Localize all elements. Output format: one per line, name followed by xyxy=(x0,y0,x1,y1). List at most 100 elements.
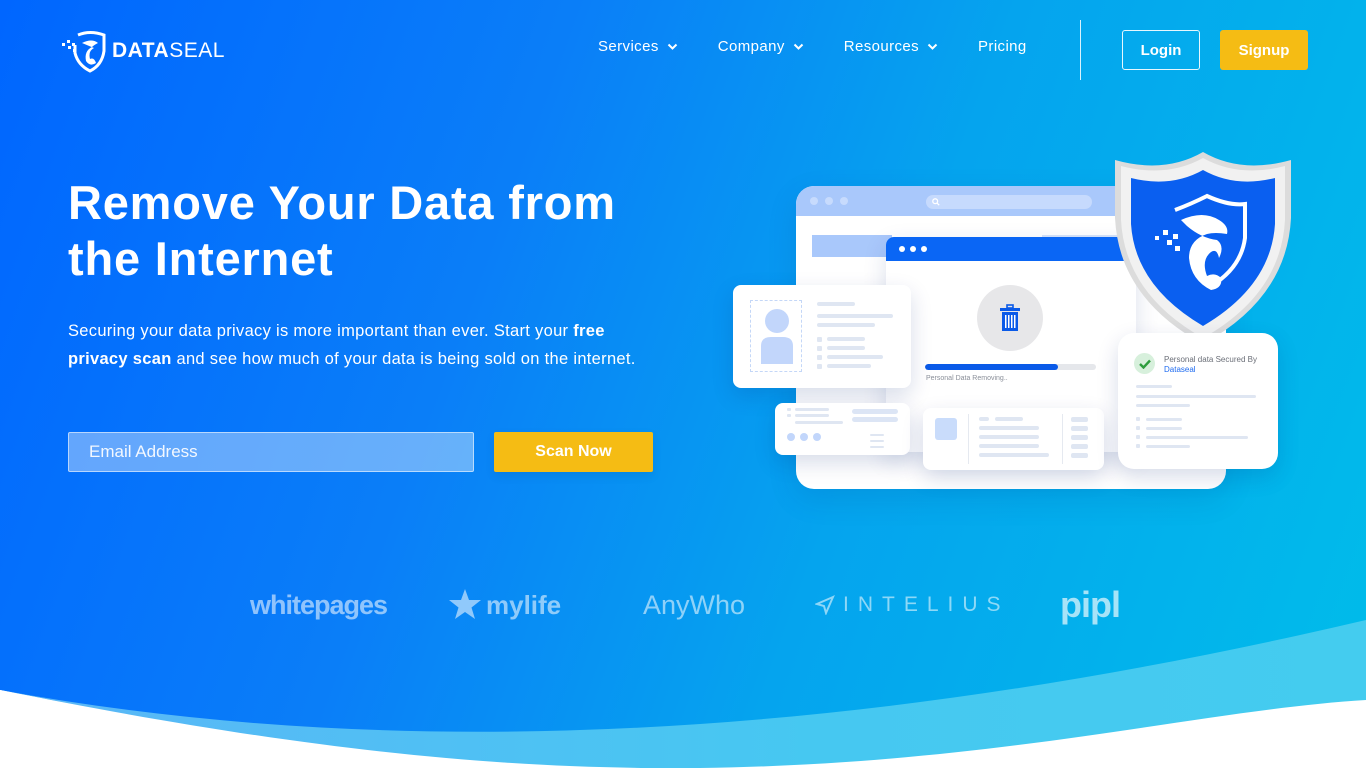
person-icon xyxy=(761,309,793,364)
text-line xyxy=(852,417,898,422)
hero-bottom-wave xyxy=(0,620,1366,768)
bullet xyxy=(1136,435,1140,439)
window-dot xyxy=(910,246,916,252)
text-line xyxy=(795,408,829,411)
removal-window-toolbar xyxy=(886,237,1136,261)
chevron-down-icon xyxy=(927,43,938,50)
partner-logo-intelius: INTELIUS xyxy=(815,585,1010,625)
nav-resources-label: Resources xyxy=(843,38,920,55)
nav-services-label: Services xyxy=(598,38,659,55)
removal-progress-fill xyxy=(925,364,1059,370)
text-line xyxy=(1071,453,1088,458)
nav-resources[interactable]: Resources xyxy=(844,38,938,55)
window-dot xyxy=(899,246,905,252)
text-line xyxy=(979,426,1039,430)
text-line xyxy=(979,435,1039,439)
secured-message: Personal data Secured By Dataseal xyxy=(1164,355,1257,375)
bullet xyxy=(787,414,791,417)
text-line xyxy=(1071,426,1088,431)
text-line xyxy=(1146,436,1248,439)
secured-status-card: Personal data Secured By Dataseal xyxy=(1118,333,1278,469)
text-line xyxy=(1071,444,1088,449)
text-line xyxy=(870,440,884,442)
text-line xyxy=(827,364,871,368)
dataseal-shield-icon xyxy=(1115,152,1291,344)
search-icon xyxy=(932,198,940,206)
headline-line-2: the Internet xyxy=(68,232,334,285)
nav-divider xyxy=(1080,20,1081,80)
secured-line: Personal data Secured By xyxy=(1164,355,1257,364)
dot-indicator xyxy=(787,433,795,441)
bullet xyxy=(817,364,822,369)
avatar-frame xyxy=(750,300,802,372)
signup-button[interactable]: Signup xyxy=(1220,30,1308,70)
description-text-end: and see how much of your data is being s… xyxy=(171,350,636,368)
bullet xyxy=(1136,426,1140,430)
info-card xyxy=(775,403,910,455)
text-line xyxy=(827,346,865,350)
progress-label: Personal Data Removing.. xyxy=(926,375,1008,382)
page-title: Remove Your Data from the Internet xyxy=(68,175,668,287)
window-dot xyxy=(810,197,818,205)
text-line xyxy=(979,417,989,421)
nav-company[interactable]: Company xyxy=(718,38,804,55)
text-line xyxy=(852,409,898,414)
brand-logo[interactable]: DATASEAL xyxy=(60,29,225,73)
trash-icon xyxy=(1000,304,1020,331)
text-line xyxy=(827,355,883,359)
partner-name: INTELIUS xyxy=(843,593,1010,616)
text-line xyxy=(1146,418,1182,421)
text-line xyxy=(870,446,884,448)
hero-illustration: Personal Data Removing.. Personal data S… xyxy=(730,145,1300,495)
text-line xyxy=(1146,427,1182,430)
placeholder-block xyxy=(812,235,892,257)
removal-progress-bar xyxy=(925,364,1096,370)
main-nav: Services Company Resources Pricing xyxy=(598,38,1027,55)
text-line xyxy=(1136,395,1256,398)
bullet xyxy=(787,408,791,411)
data-list-card xyxy=(923,408,1104,470)
text-line xyxy=(795,421,843,424)
divider xyxy=(1062,414,1063,464)
bullet xyxy=(817,337,822,342)
bullet xyxy=(817,355,822,360)
hero-section: DATASEAL Services Company Resources Pric… xyxy=(0,0,1366,768)
bullet xyxy=(817,346,822,351)
dot-indicator xyxy=(813,433,821,441)
window-dot xyxy=(825,197,833,205)
check-icon xyxy=(1138,359,1151,369)
text-line xyxy=(1071,417,1088,422)
text-line xyxy=(1071,435,1088,440)
headline-line-1: Remove Your Data from xyxy=(68,176,616,229)
partner-logo-whitepages: whitepages xyxy=(250,589,388,620)
text-line xyxy=(827,337,865,341)
text-line xyxy=(795,414,829,417)
partner-logos: whitepages mylife AnyWho INTELIUS pipl xyxy=(0,584,1366,625)
search-bar-illustration xyxy=(926,195,1092,209)
description-text: Securing your data privacy is more impor… xyxy=(68,322,574,340)
profile-card xyxy=(733,285,911,388)
nav-company-label: Company xyxy=(717,38,785,55)
seal-shield-icon xyxy=(62,31,106,73)
bullet xyxy=(1136,417,1140,421)
partner-logo-anywho: AnyWho xyxy=(643,589,746,620)
window-dot xyxy=(921,246,927,252)
login-button[interactable]: Login xyxy=(1122,30,1200,70)
text-line xyxy=(979,453,1049,457)
text-line xyxy=(817,323,875,327)
nav-services[interactable]: Services xyxy=(598,38,678,55)
partner-name: mylife xyxy=(486,589,562,620)
text-line xyxy=(1146,445,1190,448)
secured-brand: Dataseal xyxy=(1164,365,1196,374)
chevron-down-icon xyxy=(667,43,677,50)
thumbnail-placeholder xyxy=(935,418,957,440)
email-input[interactable] xyxy=(68,432,474,472)
dot-indicator xyxy=(800,433,808,441)
bullet xyxy=(1136,444,1140,448)
scan-now-button[interactable]: Scan Now xyxy=(494,432,653,472)
intelius-arrow-icon xyxy=(815,595,835,615)
hero-description: Securing your data privacy is more impor… xyxy=(68,317,658,373)
divider xyxy=(968,414,969,464)
text-line xyxy=(870,434,884,436)
nav-pricing[interactable]: Pricing xyxy=(978,38,1027,55)
